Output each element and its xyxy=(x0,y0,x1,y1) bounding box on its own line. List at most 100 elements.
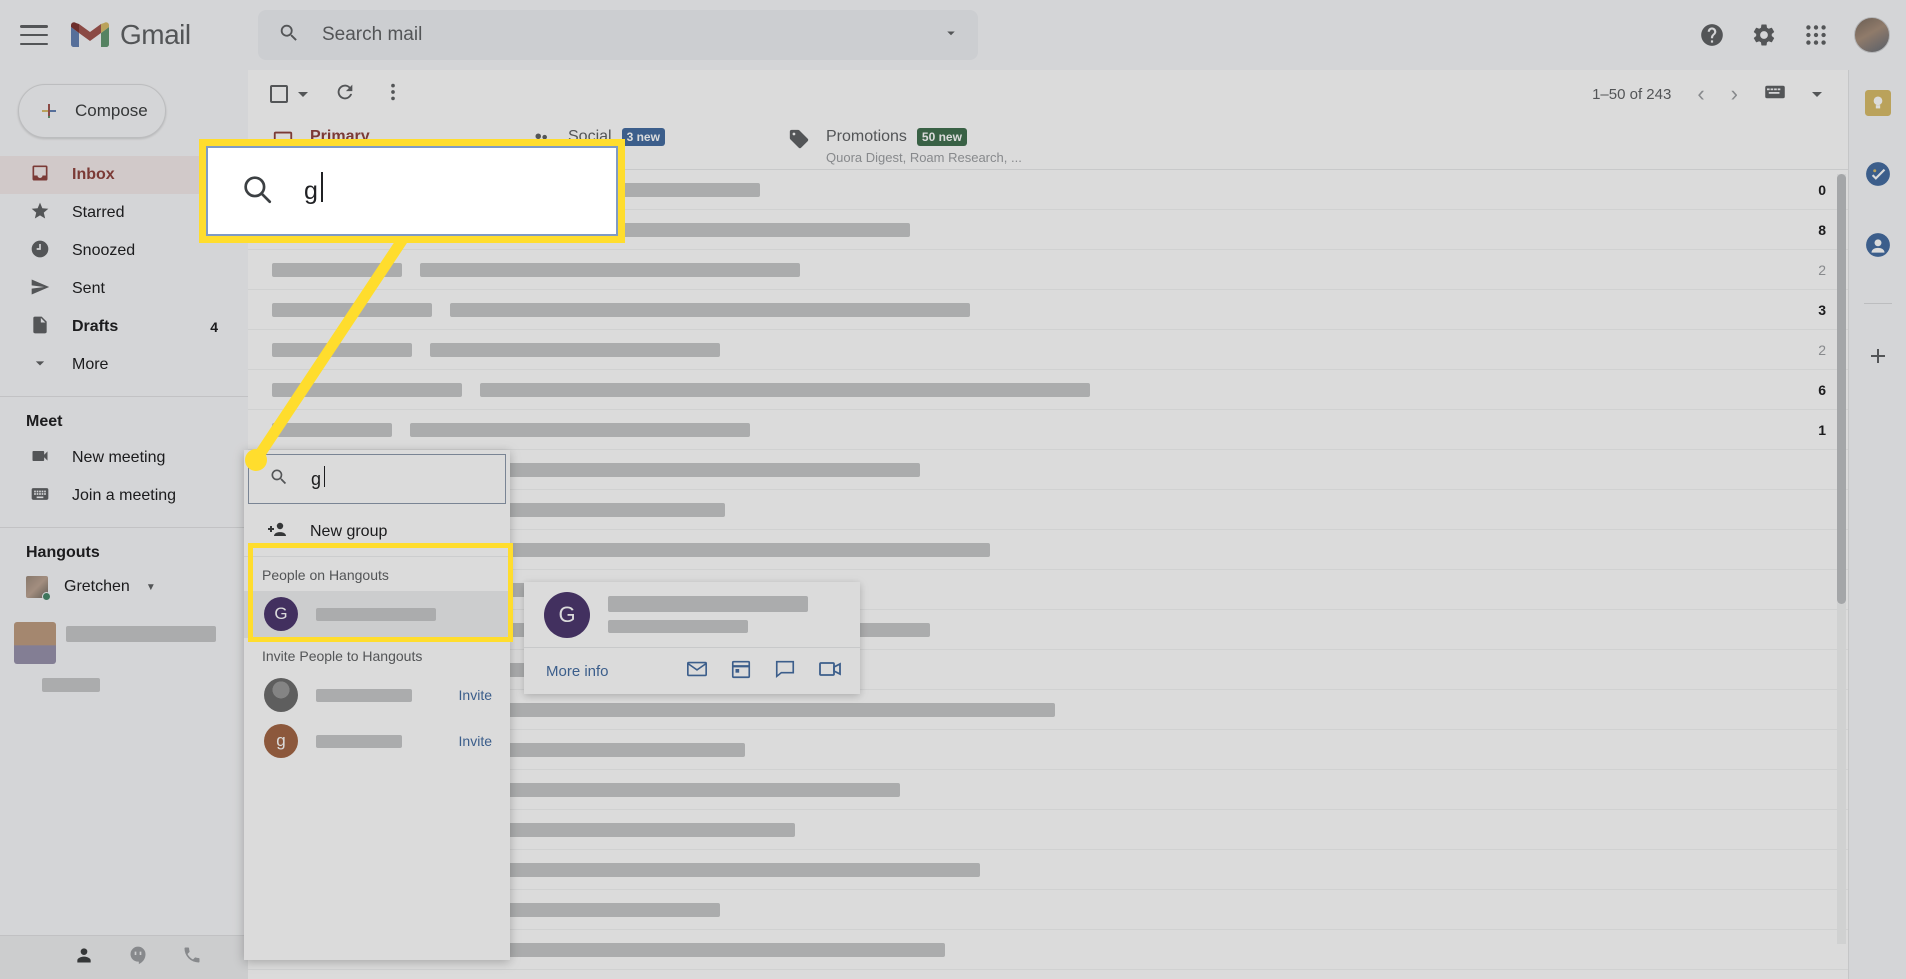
sidebar-item-label: New meeting xyxy=(72,449,166,466)
tab-badge: 50 new xyxy=(916,128,967,146)
chevron-down-icon[interactable] xyxy=(1812,91,1822,97)
phone-icon[interactable] xyxy=(182,945,202,970)
google-apps-grid-icon[interactable] xyxy=(1802,21,1830,49)
table-row[interactable]: 1 xyxy=(248,410,1848,450)
hangouts-search-input[interactable]: g xyxy=(248,454,506,504)
chevron-down-icon xyxy=(30,353,50,378)
keyboard-icon xyxy=(30,484,50,509)
row-count: 0 xyxy=(1818,181,1826,198)
tasks-icon[interactable] xyxy=(1865,161,1891,192)
tab-promotions[interactable]: Promotions 50 new Quora Digest, Roam Res… xyxy=(764,118,1042,169)
sidebar-item-drafts[interactable]: Drafts 4 xyxy=(0,308,234,346)
sidebar-item-sent[interactable]: Sent xyxy=(0,270,234,308)
row-count: 2 xyxy=(1818,341,1826,358)
avatar: g xyxy=(264,724,298,758)
hangouts-user-name: Gretchen xyxy=(64,578,130,595)
conversation-preview xyxy=(66,626,216,642)
chat-icon[interactable] xyxy=(774,658,796,685)
hamburger-menu-icon[interactable] xyxy=(20,25,48,45)
gear-icon[interactable] xyxy=(1750,21,1778,49)
calendar-icon[interactable] xyxy=(730,658,752,685)
meet-section-title: Meet xyxy=(26,413,63,430)
rail-divider xyxy=(1863,303,1892,304)
avatar xyxy=(14,622,56,664)
keyboard-icon[interactable] xyxy=(1764,84,1786,104)
row-count: 8 xyxy=(1818,221,1826,238)
sidebar-item-new-meeting[interactable]: New meeting xyxy=(0,439,234,477)
sidebar-item-inbox[interactable]: Inbox xyxy=(0,156,234,194)
more-vertical-icon[interactable] xyxy=(382,81,404,108)
avatar: G xyxy=(264,597,298,631)
sidebar-item-snoozed[interactable]: Snoozed xyxy=(0,232,234,270)
list-scrollbar-thumb[interactable] xyxy=(1837,174,1846,604)
refresh-icon[interactable] xyxy=(334,81,356,108)
email-icon[interactable] xyxy=(686,658,708,685)
table-row[interactable]: 2 xyxy=(248,250,1848,290)
contacts-icon[interactable] xyxy=(1865,232,1891,263)
video-call-icon[interactable] xyxy=(818,658,842,685)
side-panel xyxy=(1848,70,1906,979)
gmail-wordmark: Gmail xyxy=(120,19,191,50)
invite-button[interactable]: Invite xyxy=(459,733,492,749)
conversation-preview xyxy=(42,678,100,692)
tab-label: Social xyxy=(568,128,612,145)
row-count: 6 xyxy=(1818,381,1826,398)
sidebar-item-join-meeting[interactable]: Join a meeting xyxy=(0,477,234,515)
help-icon[interactable] xyxy=(1698,21,1726,49)
section-invite-people: Invite People to Hangouts xyxy=(244,637,510,672)
hangouts-current-user[interactable]: Gretchen ▼ xyxy=(0,570,248,604)
invite-button[interactable]: Invite xyxy=(459,687,492,703)
chevron-down-icon[interactable] xyxy=(298,91,308,97)
avatar xyxy=(26,576,51,601)
chevron-down-icon[interactable] xyxy=(942,24,960,47)
list-item[interactable]: g Invite xyxy=(244,718,510,764)
list-item[interactable]: Invite xyxy=(244,672,510,718)
tab-badge: 3 new xyxy=(621,128,665,146)
pagination-controls: 1–50 of 243 ‹ › xyxy=(1592,81,1848,107)
table-row[interactable]: 6 xyxy=(248,370,1848,410)
row-count: 3 xyxy=(1818,301,1826,318)
contact-hover-card: G More info xyxy=(524,582,860,694)
more-info-link[interactable]: More info xyxy=(546,663,609,680)
hangouts-icon[interactable] xyxy=(128,945,148,970)
contact-name xyxy=(316,607,436,621)
keep-icon[interactable] xyxy=(1864,90,1891,121)
add-addon-icon[interactable] xyxy=(1866,344,1890,373)
callout-anchor-dot xyxy=(245,449,267,471)
compose-button[interactable]: Compose xyxy=(18,84,166,138)
top-bar: Gmail Search mail xyxy=(0,0,1906,70)
compose-label: Compose xyxy=(75,101,148,120)
search-mail-field[interactable]: Search mail xyxy=(258,10,978,60)
magnified-search-input[interactable]: g xyxy=(199,139,625,243)
sidebar-item-more[interactable]: More xyxy=(0,346,234,384)
contacts-icon[interactable] xyxy=(74,945,94,970)
inbox-icon xyxy=(30,163,50,188)
tag-tab-icon xyxy=(788,128,810,155)
new-group-button[interactable]: New group xyxy=(244,508,510,556)
search-input-placeholder: Search mail xyxy=(322,24,423,45)
avatar: G xyxy=(544,591,590,638)
chevron-left-icon[interactable]: ‹ xyxy=(1697,81,1704,107)
online-status-dot xyxy=(42,592,51,601)
table-row[interactable]: 3 xyxy=(248,290,1848,330)
list-item[interactable]: G xyxy=(244,591,510,637)
avatar xyxy=(264,678,298,712)
sidebar-item-starred[interactable]: Starred xyxy=(0,194,234,232)
chevron-right-icon[interactable]: › xyxy=(1731,81,1738,107)
table-row[interactable]: 2 xyxy=(248,330,1848,370)
hangouts-search-value: g xyxy=(311,465,326,489)
sidebar-item-label: Sent xyxy=(72,280,105,297)
gmail-screenshot: Gmail Search mail Compose Inbox Starred … xyxy=(0,0,1906,979)
gmail-logo[interactable]: Gmail xyxy=(70,19,191,51)
table-row[interactable] xyxy=(248,970,1848,979)
list-toolbar: 1–50 of 243 ‹ › xyxy=(248,70,1848,118)
select-all-checkbox[interactable] xyxy=(270,85,288,103)
contact-card-email xyxy=(608,620,748,633)
account-avatar[interactable] xyxy=(1854,17,1890,53)
row-count: 1 xyxy=(1818,421,1826,438)
pagination-range: 1–50 of 243 xyxy=(1592,85,1672,103)
star-icon xyxy=(30,201,50,226)
video-camera-icon xyxy=(30,446,50,471)
chevron-down-icon[interactable]: ▼ xyxy=(146,582,156,593)
sidebar-item-label: Drafts xyxy=(72,318,119,335)
